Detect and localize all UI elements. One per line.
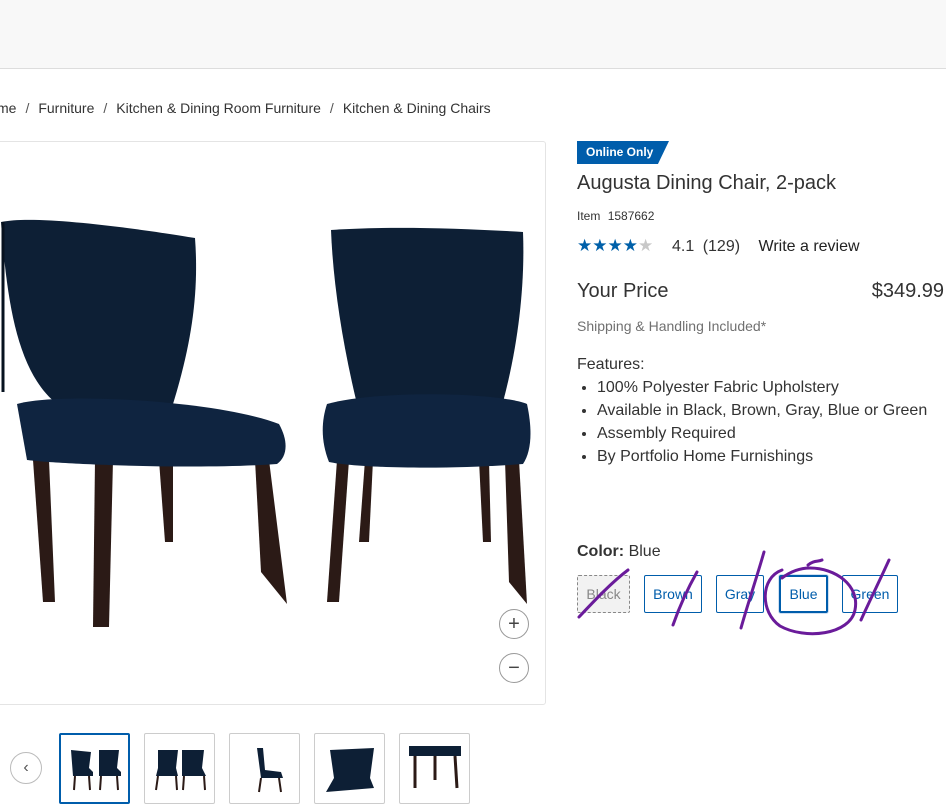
- thumbnail-image: [256, 747, 283, 792]
- breadcrumb-kitchen-dining-furniture[interactable]: Kitchen & Dining Room Furniture: [116, 100, 321, 116]
- review-count[interactable]: (129): [703, 238, 740, 255]
- feature-item: Assembly Required: [597, 422, 927, 445]
- left-chair-illustration: [1, 219, 287, 627]
- thumbnail-5[interactable]: [399, 733, 470, 804]
- online-only-badge: Online Only: [577, 141, 669, 164]
- color-label-text: Color:: [577, 543, 625, 560]
- breadcrumb-furniture[interactable]: Furniture: [38, 100, 94, 116]
- chevron-left-icon: ‹: [23, 759, 29, 776]
- plus-icon: +: [508, 613, 520, 635]
- color-option-gray[interactable]: Gray: [716, 575, 764, 613]
- breadcrumb-separator: /: [329, 100, 334, 116]
- star-icon: ★: [592, 236, 608, 255]
- color-selector-label: Color: Blue: [577, 543, 661, 561]
- rating-score: 4.1: [671, 238, 695, 255]
- thumbnail-image: [154, 749, 206, 790]
- product-rating: ★★★★★ 4.1 (129) Write a review: [577, 236, 860, 256]
- features-list: 100% Polyester Fabric Upholstery Availab…: [577, 376, 927, 468]
- write-review-link[interactable]: Write a review: [759, 238, 860, 255]
- thumbnail-4[interactable]: [314, 733, 385, 804]
- product-image: [1, 219, 531, 627]
- thumbnail-image: [408, 745, 461, 788]
- star-icon: ★: [638, 236, 654, 255]
- thumbnail-2[interactable]: [144, 733, 215, 804]
- star-icon: ★: [622, 236, 638, 255]
- breadcrumb-kitchen-dining-chairs[interactable]: Kitchen & Dining Chairs: [343, 100, 491, 116]
- color-option-brown[interactable]: Brown: [644, 575, 702, 613]
- thumbnail-3[interactable]: [229, 733, 300, 804]
- right-chair-illustration: [322, 227, 531, 604]
- feature-item: By Portfolio Home Furnishings: [597, 445, 927, 468]
- features-label: Features:: [577, 356, 645, 373]
- features-section: Features: 100% Polyester Fabric Upholste…: [577, 356, 927, 468]
- star-rating[interactable]: ★★★★★: [577, 236, 658, 255]
- thumbnail-image: [70, 749, 121, 790]
- breadcrumb-separator: /: [25, 100, 30, 116]
- item-number-value: 1587662: [607, 209, 655, 223]
- color-option-black[interactable]: Black: [577, 575, 630, 613]
- thumbnail-prev-button[interactable]: ‹: [10, 752, 42, 784]
- color-option-blue[interactable]: Blue: [779, 575, 828, 613]
- zoom-out-button[interactable]: −: [499, 653, 529, 683]
- breadcrumb-home[interactable]: me: [0, 100, 16, 116]
- price-label: Your Price: [577, 280, 669, 302]
- product-title: Augusta Dining Chair, 2-pack: [577, 172, 837, 194]
- star-icon: ★: [607, 236, 623, 255]
- minus-icon: −: [508, 657, 520, 679]
- breadcrumb-separator: /: [103, 100, 108, 116]
- item-number: Item 1587662: [577, 209, 654, 223]
- breadcrumb: me / Furniture / Kitchen & Dining Room Furni…: [0, 100, 491, 116]
- item-number-label: Item: [577, 209, 601, 223]
- feature-item: 100% Polyester Fabric Upholstery: [597, 376, 927, 399]
- star-icon: ★: [577, 236, 593, 255]
- circle-mark-tail: [806, 558, 824, 567]
- thumbnail-1[interactable]: [59, 733, 130, 804]
- shipping-note: Shipping & Handling Included*: [577, 318, 767, 334]
- thumbnail-image: [325, 747, 374, 792]
- feature-item: Available in Black, Brown, Gray, Blue or…: [597, 399, 927, 422]
- selected-color-value: Blue: [628, 543, 661, 560]
- site-header-bar: [0, 0, 946, 69]
- zoom-in-button[interactable]: +: [499, 609, 529, 639]
- color-option-green[interactable]: Green: [842, 575, 898, 613]
- price-value: $349.99: [871, 280, 944, 302]
- product-image-viewer[interactable]: + −: [0, 141, 546, 705]
